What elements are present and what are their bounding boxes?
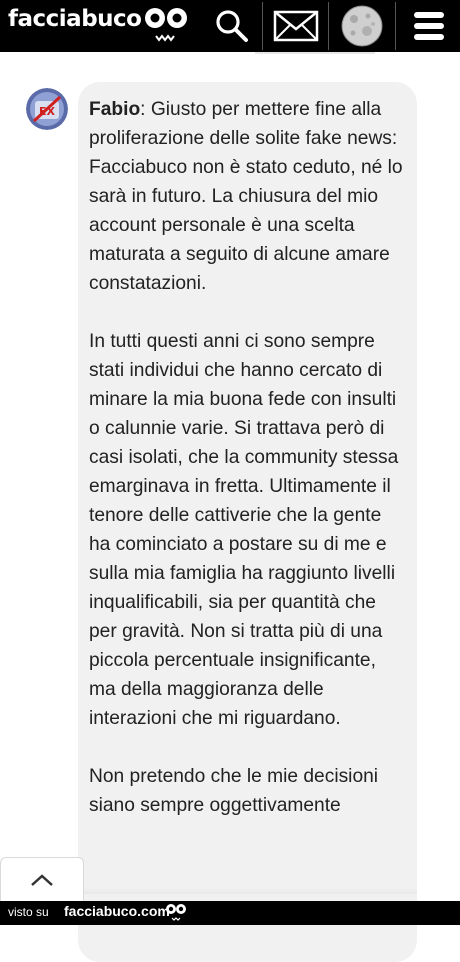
nav-divider <box>395 2 396 50</box>
messages-button[interactable] <box>264 0 328 52</box>
menu-icon <box>414 12 444 40</box>
previous-comment-remnant <box>255 52 375 54</box>
comment-paragraph: Non pretendo che le mie decisioni siano … <box>89 766 379 816</box>
comment-body: Giusto per mettere fine alla proliferazi… <box>89 99 403 294</box>
previous-comment-edge <box>0 52 460 56</box>
avatar[interactable]: EX <box>26 88 68 130</box>
comment-paragraph: Fabio: Giusto per mettere fine alla prol… <box>89 95 404 298</box>
eyes-logo-icon <box>166 904 186 921</box>
nav-divider <box>328 2 329 50</box>
watermark-bar: visto su facciabuco.com <box>0 901 460 925</box>
comment-text: Fabio: Giusto per mettere fine alla prol… <box>89 95 404 849</box>
nav-divider <box>262 2 263 50</box>
site-logo[interactable]: facciabuco <box>8 6 142 32</box>
mail-icon <box>273 10 319 42</box>
bubble-fade <box>78 888 417 894</box>
profile-button[interactable] <box>330 0 394 52</box>
comment-author[interactable]: Fabio <box>89 99 140 120</box>
eyes-logo-icon <box>145 8 187 42</box>
search-button[interactable] <box>200 0 264 52</box>
comment-paragraph: In tutti questi anni ci sono sempre stat… <box>89 331 399 729</box>
scroll-to-top-button[interactable] <box>0 857 84 902</box>
chevron-up-icon <box>31 874 53 886</box>
menu-button[interactable] <box>397 0 460 52</box>
footer-site-name: facciabuco.com <box>64 903 170 919</box>
search-icon <box>216 10 248 42</box>
user-avatar-icon: EX <box>26 88 68 130</box>
visto-su-label: visto su <box>8 905 49 919</box>
author-separator: : <box>140 99 151 120</box>
moon-avatar-icon <box>341 5 383 47</box>
top-bar: facciabuco <box>0 0 460 52</box>
